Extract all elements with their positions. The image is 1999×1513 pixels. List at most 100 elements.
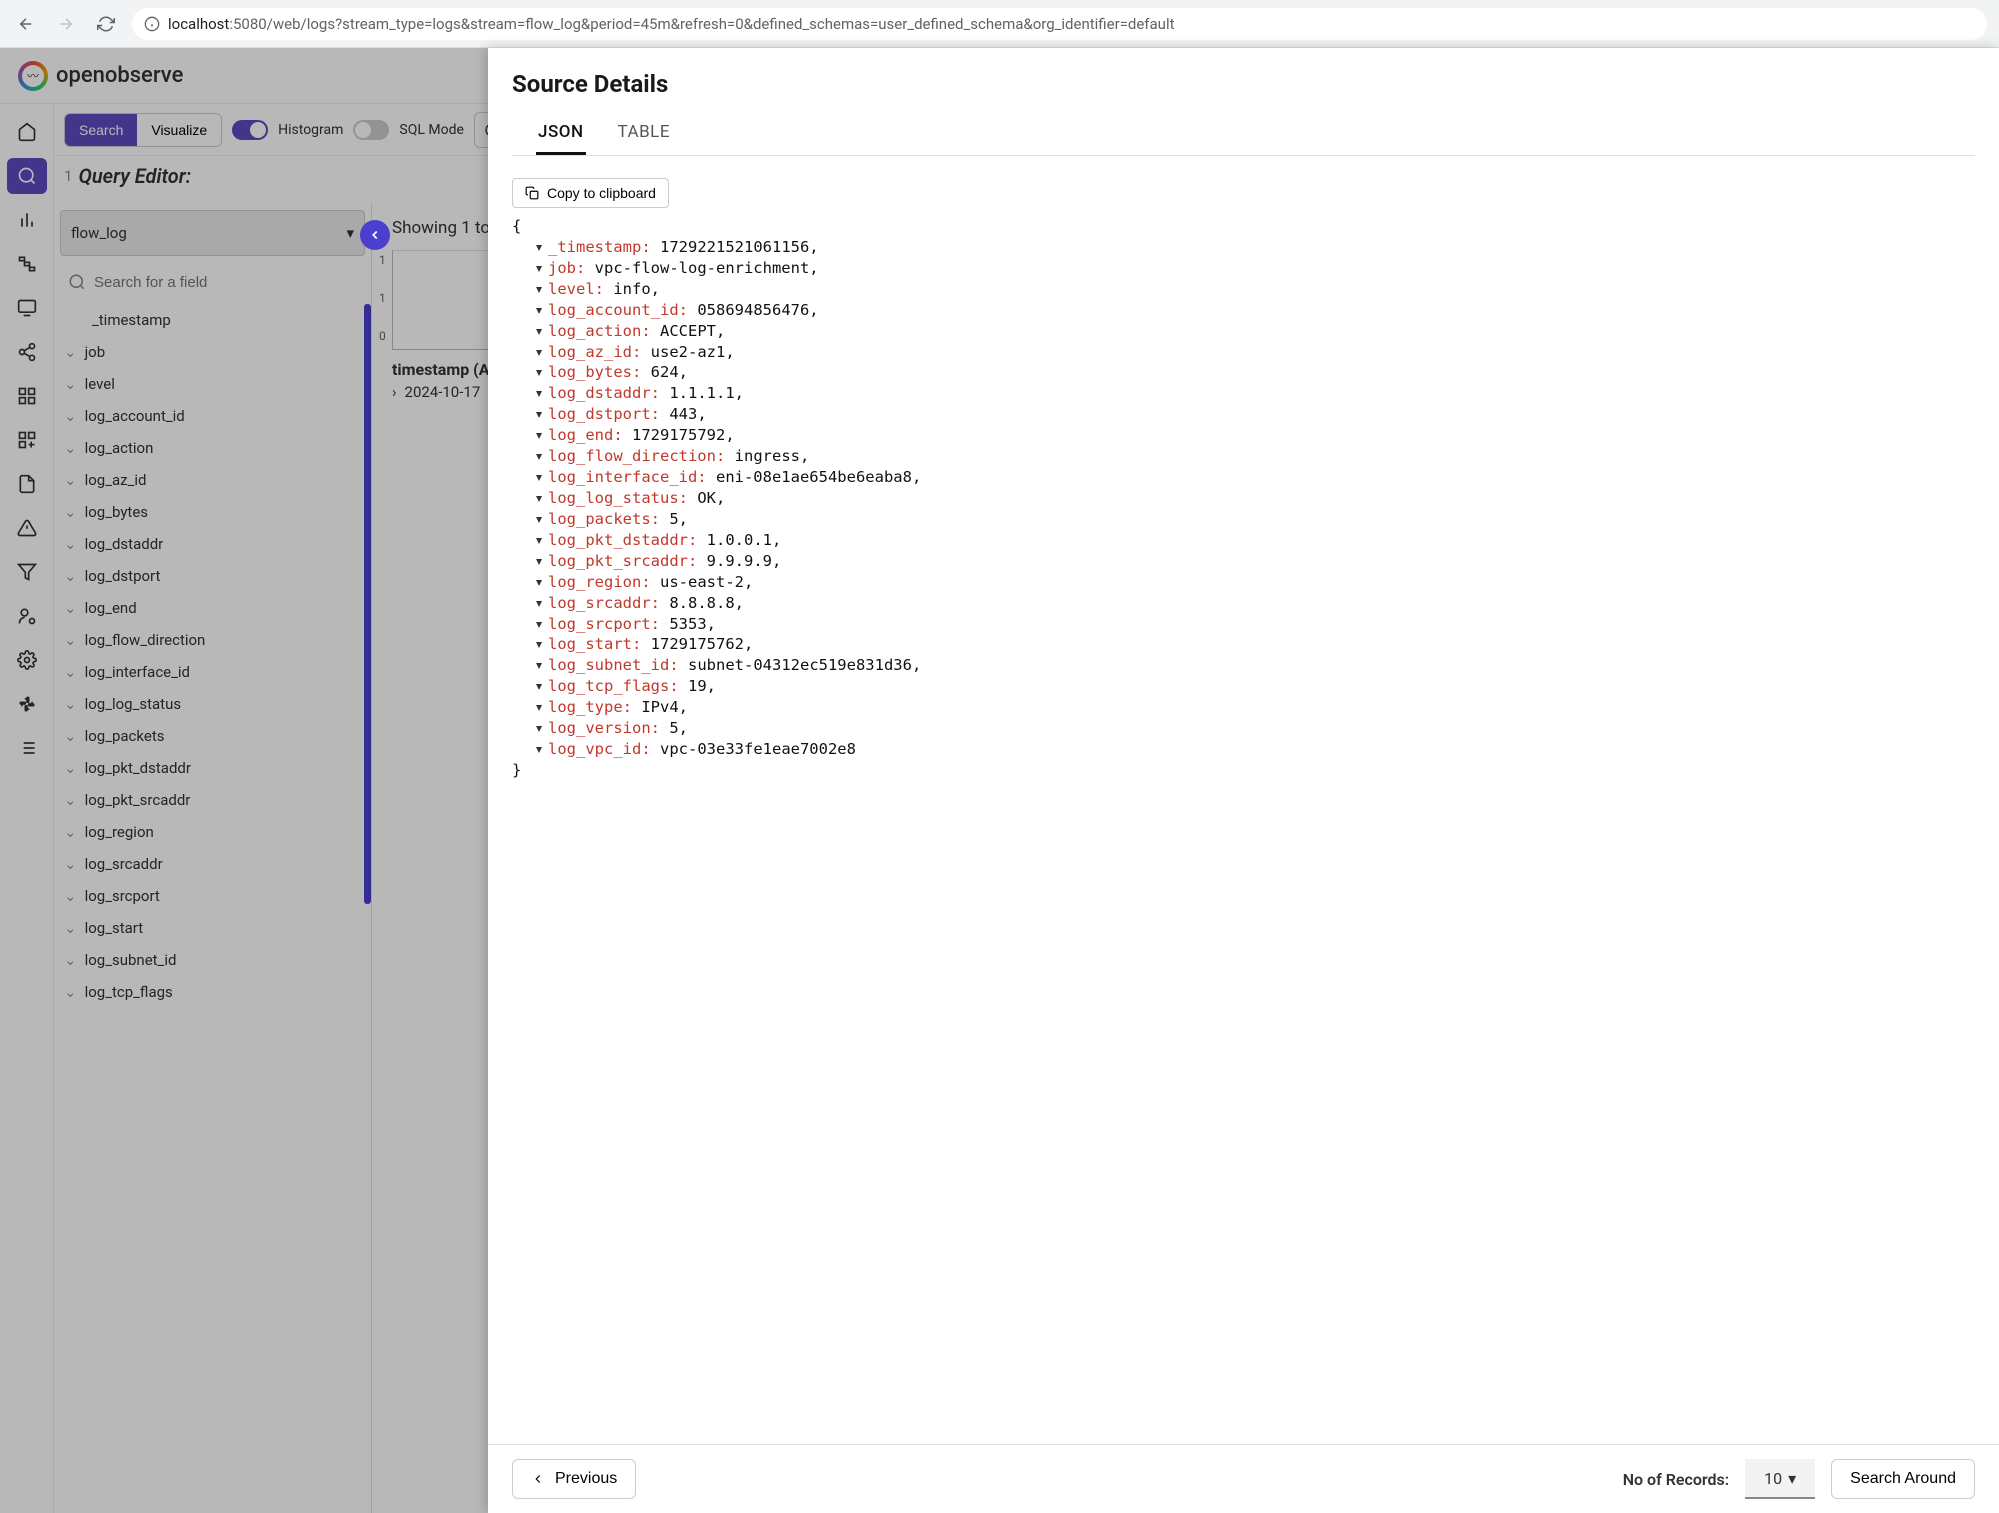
nav-dashboards[interactable] — [7, 378, 47, 414]
field-item[interactable]: ⌄log_az_id — [54, 464, 371, 496]
nav-iam[interactable] — [7, 598, 47, 634]
previous-button[interactable]: Previous — [512, 1459, 636, 1499]
json-line[interactable]: ▾log_version: 5, — [512, 718, 1975, 739]
field-item[interactable]: ⌄log_end — [54, 592, 371, 624]
nav-slack[interactable] — [7, 686, 47, 722]
nav-settings[interactable] — [7, 642, 47, 678]
logo[interactable]: 〰 openobserve — [18, 61, 183, 91]
json-line[interactable]: ▾log_flow_direction: ingress, — [512, 446, 1975, 467]
json-line[interactable]: ▾log_packets: 5, — [512, 509, 1975, 530]
json-line[interactable]: ▾log_type: IPv4, — [512, 697, 1975, 718]
nav-pipelines[interactable] — [7, 334, 47, 370]
json-line[interactable]: ▾log_srcport: 5353, — [512, 614, 1975, 635]
json-line[interactable]: ▾log_dstport: 443, — [512, 404, 1975, 425]
json-line[interactable]: ▾log_dstaddr: 1.1.1.1, — [512, 383, 1975, 404]
json-line[interactable]: ▾log_bytes: 624, — [512, 362, 1975, 383]
json-line[interactable]: ▾log_pkt_srcaddr: 9.9.9.9, — [512, 551, 1975, 572]
json-line[interactable]: ▾log_vpc_id: vpc-03e33fe1eae7002e8 — [512, 739, 1975, 760]
nav-traces[interactable] — [7, 246, 47, 282]
field-item[interactable]: ⌄log_start — [54, 912, 371, 944]
field-list[interactable]: _timestamp⌄job⌄level⌄log_account_id⌄log_… — [54, 304, 371, 1513]
json-line[interactable]: ▾log_account_id: 058694856476, — [512, 300, 1975, 321]
chevron-right-icon: › — [392, 383, 397, 401]
sql-toggle[interactable] — [353, 120, 389, 140]
field-item[interactable]: ⌄log_srcport — [54, 880, 371, 912]
nav-streams[interactable] — [7, 422, 47, 458]
field-name: log_pkt_srcaddr — [85, 791, 191, 809]
field-item[interactable]: ⌄log_tcp_flags — [54, 976, 371, 1008]
field-item[interactable]: ⌄log_subnet_id — [54, 944, 371, 976]
field-item[interactable]: ⌄log_dstaddr — [54, 528, 371, 560]
histogram-toggle[interactable] — [232, 120, 268, 140]
copy-to-clipboard-button[interactable]: Copy to clipboard — [512, 178, 669, 208]
json-body[interactable]: {▾_timestamp: 1729221521061156,▾job: vpc… — [488, 212, 1999, 1444]
tab-json[interactable]: JSON — [536, 112, 586, 155]
json-line[interactable]: ▾level: info, — [512, 279, 1975, 300]
mode-search[interactable]: Search — [65, 114, 137, 146]
json-value: 1729175792, — [632, 425, 735, 446]
chevron-down-icon: ⌄ — [64, 343, 77, 361]
field-item[interactable]: _timestamp — [54, 304, 371, 336]
json-value: 1729175762, — [651, 634, 754, 655]
drawer-header: Source Details JSON TABLE — [488, 48, 1999, 166]
field-item[interactable]: ⌄log_log_status — [54, 688, 371, 720]
json-line[interactable]: ▾log_log_status: OK, — [512, 488, 1975, 509]
json-line[interactable]: ▾log_action: ACCEPT, — [512, 321, 1975, 342]
json-key: log_vpc_id: — [548, 739, 651, 760]
json-key: log_region: — [548, 572, 651, 593]
json-line[interactable]: ▾job: vpc-flow-log-enrichment, — [512, 258, 1975, 279]
nav-reports[interactable] — [7, 466, 47, 502]
row-timestamp: 2024-10-17 — [405, 383, 481, 401]
nav-alerts[interactable] — [7, 510, 47, 546]
field-item[interactable]: ⌄log_srcaddr — [54, 848, 371, 880]
stream-select[interactable]: flow_log ▾ — [60, 210, 365, 256]
drawer-title: Source Details — [512, 70, 1975, 98]
json-line[interactable]: ▾log_end: 1729175792, — [512, 425, 1975, 446]
search-around-button[interactable]: Search Around — [1831, 1459, 1975, 1499]
scrollbar[interactable] — [364, 304, 371, 904]
tab-table[interactable]: TABLE — [616, 112, 673, 155]
forward-button[interactable] — [52, 10, 80, 38]
json-line[interactable]: ▾log_srcaddr: 8.8.8.8, — [512, 593, 1975, 614]
field-item[interactable]: ⌄level — [54, 368, 371, 400]
chevron-down-icon: ⌄ — [64, 759, 77, 777]
url-bar[interactable]: localhost:5080/web/logs?stream_type=logs… — [132, 8, 1987, 40]
field-item[interactable]: ⌄log_account_id — [54, 400, 371, 432]
caret-icon: ▾ — [530, 593, 548, 614]
chevron-down-icon: ⌄ — [64, 599, 77, 617]
json-line[interactable]: ▾log_interface_id: eni-08e1ae654be6eaba8… — [512, 467, 1975, 488]
nrec-select[interactable]: 10 ▾ — [1745, 1459, 1815, 1499]
nav-functions[interactable] — [7, 554, 47, 590]
field-name: job — [85, 343, 106, 361]
field-item[interactable]: ⌄log_packets — [54, 720, 371, 752]
nav-home[interactable] — [7, 114, 47, 150]
json-line[interactable]: ▾log_az_id: use2-az1, — [512, 342, 1975, 363]
json-line[interactable]: ▾_timestamp: 1729221521061156, — [512, 237, 1975, 258]
field-item[interactable]: ⌄log_dstport — [54, 560, 371, 592]
collapse-sidebar-button[interactable] — [360, 220, 390, 250]
mode-visualize[interactable]: Visualize — [137, 114, 221, 146]
field-search-input[interactable] — [94, 274, 357, 291]
json-line[interactable]: ▾log_start: 1729175762, — [512, 634, 1975, 655]
field-item[interactable]: ⌄log_flow_direction — [54, 624, 371, 656]
nav-metrics[interactable] — [7, 202, 47, 238]
nav-list[interactable] — [7, 730, 47, 766]
field-item[interactable]: ⌄log_pkt_dstaddr — [54, 752, 371, 784]
reload-button[interactable] — [92, 10, 120, 38]
json-line[interactable]: ▾log_pkt_dstaddr: 1.0.0.1, — [512, 530, 1975, 551]
nav-search[interactable] — [7, 158, 47, 194]
browser-chrome: localhost:5080/web/logs?stream_type=logs… — [0, 0, 1999, 48]
json-line[interactable]: ▾log_region: us-east-2, — [512, 572, 1975, 593]
field-item[interactable]: ⌄log_region — [54, 816, 371, 848]
field-item[interactable]: ⌄log_interface_id — [54, 656, 371, 688]
field-item[interactable]: ⌄ job — [54, 336, 371, 368]
field-item[interactable]: ⌄log_action — [54, 432, 371, 464]
nav-rum[interactable] — [7, 290, 47, 326]
chevron-down-icon: ⌄ — [64, 503, 77, 521]
json-line[interactable]: ▾log_subnet_id: subnet-04312ec519e831d36… — [512, 655, 1975, 676]
json-line[interactable]: ▾log_tcp_flags: 19, — [512, 676, 1975, 697]
field-item[interactable]: ⌄log_pkt_srcaddr — [54, 784, 371, 816]
json-value: 5353, — [669, 614, 716, 635]
field-item[interactable]: ⌄log_bytes — [54, 496, 371, 528]
back-button[interactable] — [12, 10, 40, 38]
